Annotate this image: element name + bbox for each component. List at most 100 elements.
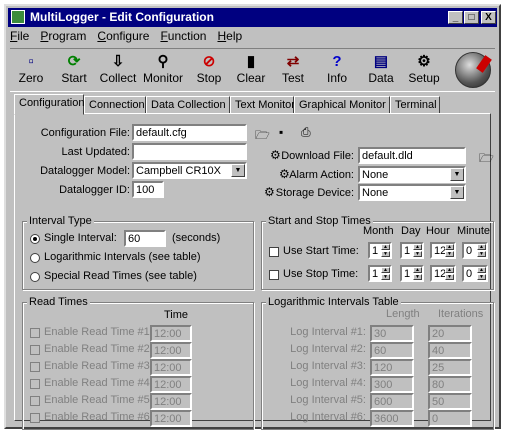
read-time-field[interactable]: 12:00: [150, 359, 192, 376]
enable-read-time-label: Enable Read Time #2:: [44, 343, 153, 355]
tab-terminal[interactable]: Terminal: [390, 96, 440, 114]
spin-up-icon[interactable]: ▲: [381, 267, 390, 273]
log-interval-iterations-field[interactable]: 0: [428, 410, 472, 427]
use-start-time-checkbox[interactable]: [269, 247, 279, 257]
log-interval-length-field[interactable]: 300: [370, 376, 414, 393]
menu-function[interactable]: Function: [160, 29, 206, 43]
toolbar-stop-button[interactable]: ⊘ Stop: [188, 53, 230, 85]
spin-down-icon[interactable]: ▼: [381, 274, 390, 280]
enable-read-time-checkbox[interactable]: [30, 345, 40, 355]
log-interval-length-field[interactable]: 120: [370, 359, 414, 376]
menu-help[interactable]: Help: [217, 29, 242, 43]
month-header: Month: [363, 225, 394, 237]
spin-down-icon[interactable]: ▼: [445, 274, 454, 280]
toolbar-info-button[interactable]: ? Info: [316, 53, 358, 85]
start-month-spinner[interactable]: 1 ▲ ▼: [368, 242, 392, 259]
datalogger-logo-icon: [455, 52, 491, 88]
datalogger-model-select[interactable]: Campbell CR10X ▼: [132, 162, 247, 179]
enable-read-time-checkbox[interactable]: [30, 396, 40, 406]
log-interval-iterations-field[interactable]: 25: [428, 359, 472, 376]
toolbar-test-button[interactable]: ⇄ Test: [272, 53, 314, 85]
config-file-field[interactable]: default.cfg: [132, 124, 247, 141]
stop-minute-spinner[interactable]: 0 ▲ ▼: [462, 265, 488, 282]
stop-day-spinner[interactable]: 1 ▲ ▼: [400, 265, 424, 282]
toolbar-start-button[interactable]: ⟳ Start: [53, 53, 95, 85]
log-interval-iterations-field[interactable]: 50: [428, 393, 472, 410]
read-time-field[interactable]: 12:00: [150, 393, 192, 410]
stop-month-spinner[interactable]: 1 ▲ ▼: [368, 265, 392, 282]
read-time-field[interactable]: 12:00: [150, 376, 192, 393]
spin-down-icon[interactable]: ▼: [413, 251, 422, 257]
log-interval-length-field[interactable]: 30: [370, 325, 414, 342]
spin-up-icon[interactable]: ▲: [445, 267, 454, 273]
start-hour-spinner[interactable]: 12 ▲ ▼: [430, 242, 456, 259]
enable-read-time-checkbox[interactable]: [30, 362, 40, 372]
log-interval-length-field[interactable]: 600: [370, 393, 414, 410]
log-interval-length-field[interactable]: 60: [370, 342, 414, 359]
single-interval-field[interactable]: 60: [124, 230, 166, 247]
enable-read-time-checkbox[interactable]: [30, 328, 40, 338]
toolbar-data-button[interactable]: ▤ Data: [360, 53, 402, 85]
menu-program[interactable]: Program: [40, 29, 86, 43]
spin-down-icon[interactable]: ▼: [445, 251, 454, 257]
toolbar-collect-button[interactable]: ⇩ Collect: [97, 53, 139, 85]
spin-up-icon[interactable]: ▲: [381, 244, 390, 250]
log-interval-iterations-field[interactable]: 40: [428, 342, 472, 359]
stop-day-value: 1: [404, 268, 411, 280]
alarm-action-label: Alarm Action:: [289, 169, 354, 181]
spin-down-icon[interactable]: ▼: [413, 274, 422, 280]
tab-graphical-monitor[interactable]: Graphical Monitor: [294, 96, 390, 114]
spin-down-icon[interactable]: ▼: [477, 251, 486, 257]
spin-up-icon[interactable]: ▲: [477, 267, 486, 273]
stop-hour-spinner[interactable]: 12 ▲ ▼: [430, 265, 456, 282]
save-icon[interactable]: ▪: [279, 125, 283, 139]
menu-file[interactable]: File: [10, 29, 29, 43]
enable-read-time-checkbox[interactable]: [30, 413, 40, 423]
close-button[interactable]: X: [481, 11, 496, 24]
toolbar-setup-button[interactable]: ⚙ Setup: [403, 53, 445, 85]
spin-up-icon[interactable]: ▲: [413, 244, 422, 250]
tab-configuration[interactable]: Configuration: [14, 94, 84, 115]
spin-up-icon[interactable]: ▲: [477, 244, 486, 250]
read-time-field[interactable]: 12:00: [150, 325, 192, 342]
chevron-down-icon[interactable]: ▼: [450, 186, 464, 199]
datalogger-id-field[interactable]: 100: [132, 181, 164, 198]
log-intervals-radio[interactable]: [30, 253, 40, 263]
spin-down-icon[interactable]: ▼: [477, 274, 486, 280]
tab-data-collection[interactable]: Data Collection: [146, 96, 230, 114]
open-folder-icon[interactable]: 🗁: [255, 126, 270, 147]
open-download-folder-icon[interactable]: 🗁: [479, 149, 494, 170]
spin-down-icon[interactable]: ▼: [381, 251, 390, 257]
toolbar-monitor-button[interactable]: ⚲ Monitor: [142, 53, 184, 85]
start-minute-spinner[interactable]: 0 ▲ ▼: [462, 242, 488, 259]
use-stop-time-checkbox[interactable]: [269, 270, 279, 280]
spin-up-icon[interactable]: ▲: [445, 244, 454, 250]
read-time-field[interactable]: 12:00: [150, 410, 192, 427]
toolbar-clear-button[interactable]: ▮ Clear: [230, 53, 272, 85]
stop-month-value: 1: [372, 268, 379, 280]
read-time-field[interactable]: 12:00: [150, 342, 192, 359]
start-day-spinner[interactable]: 1 ▲ ▼: [400, 242, 424, 259]
log-interval-iterations-field[interactable]: 80: [428, 376, 472, 393]
maximize-button[interactable]: □: [464, 11, 479, 24]
chevron-down-icon[interactable]: ▼: [450, 168, 464, 181]
tab-connection[interactable]: Connection: [84, 96, 146, 114]
minimize-button[interactable]: _: [448, 11, 463, 24]
print-icon[interactable]: ⎙: [301, 125, 311, 140]
toolbar-label: Info: [326, 71, 347, 85]
chevron-down-icon[interactable]: ▼: [231, 164, 245, 177]
tab-text-monitor[interactable]: Text Monitor: [230, 96, 295, 114]
alarm-action-value: None: [362, 169, 389, 181]
enable-read-time-checkbox[interactable]: [30, 379, 40, 389]
download-file-field[interactable]: default.dld: [358, 147, 466, 164]
toolbar-zero-button[interactable]: ▫ Zero: [10, 53, 52, 85]
special-read-times-radio[interactable]: [30, 272, 40, 282]
spin-up-icon[interactable]: ▲: [413, 267, 422, 273]
log-interval-iterations-field[interactable]: 20: [428, 325, 472, 342]
single-interval-radio[interactable]: [30, 234, 40, 244]
alarm-action-select[interactable]: None ▼: [358, 166, 466, 183]
last-updated-field[interactable]: [132, 143, 247, 160]
menu-configure[interactable]: Configure: [97, 29, 149, 43]
log-interval-length-field[interactable]: 3600: [370, 410, 414, 427]
storage-device-select[interactable]: None ▼: [358, 184, 466, 201]
